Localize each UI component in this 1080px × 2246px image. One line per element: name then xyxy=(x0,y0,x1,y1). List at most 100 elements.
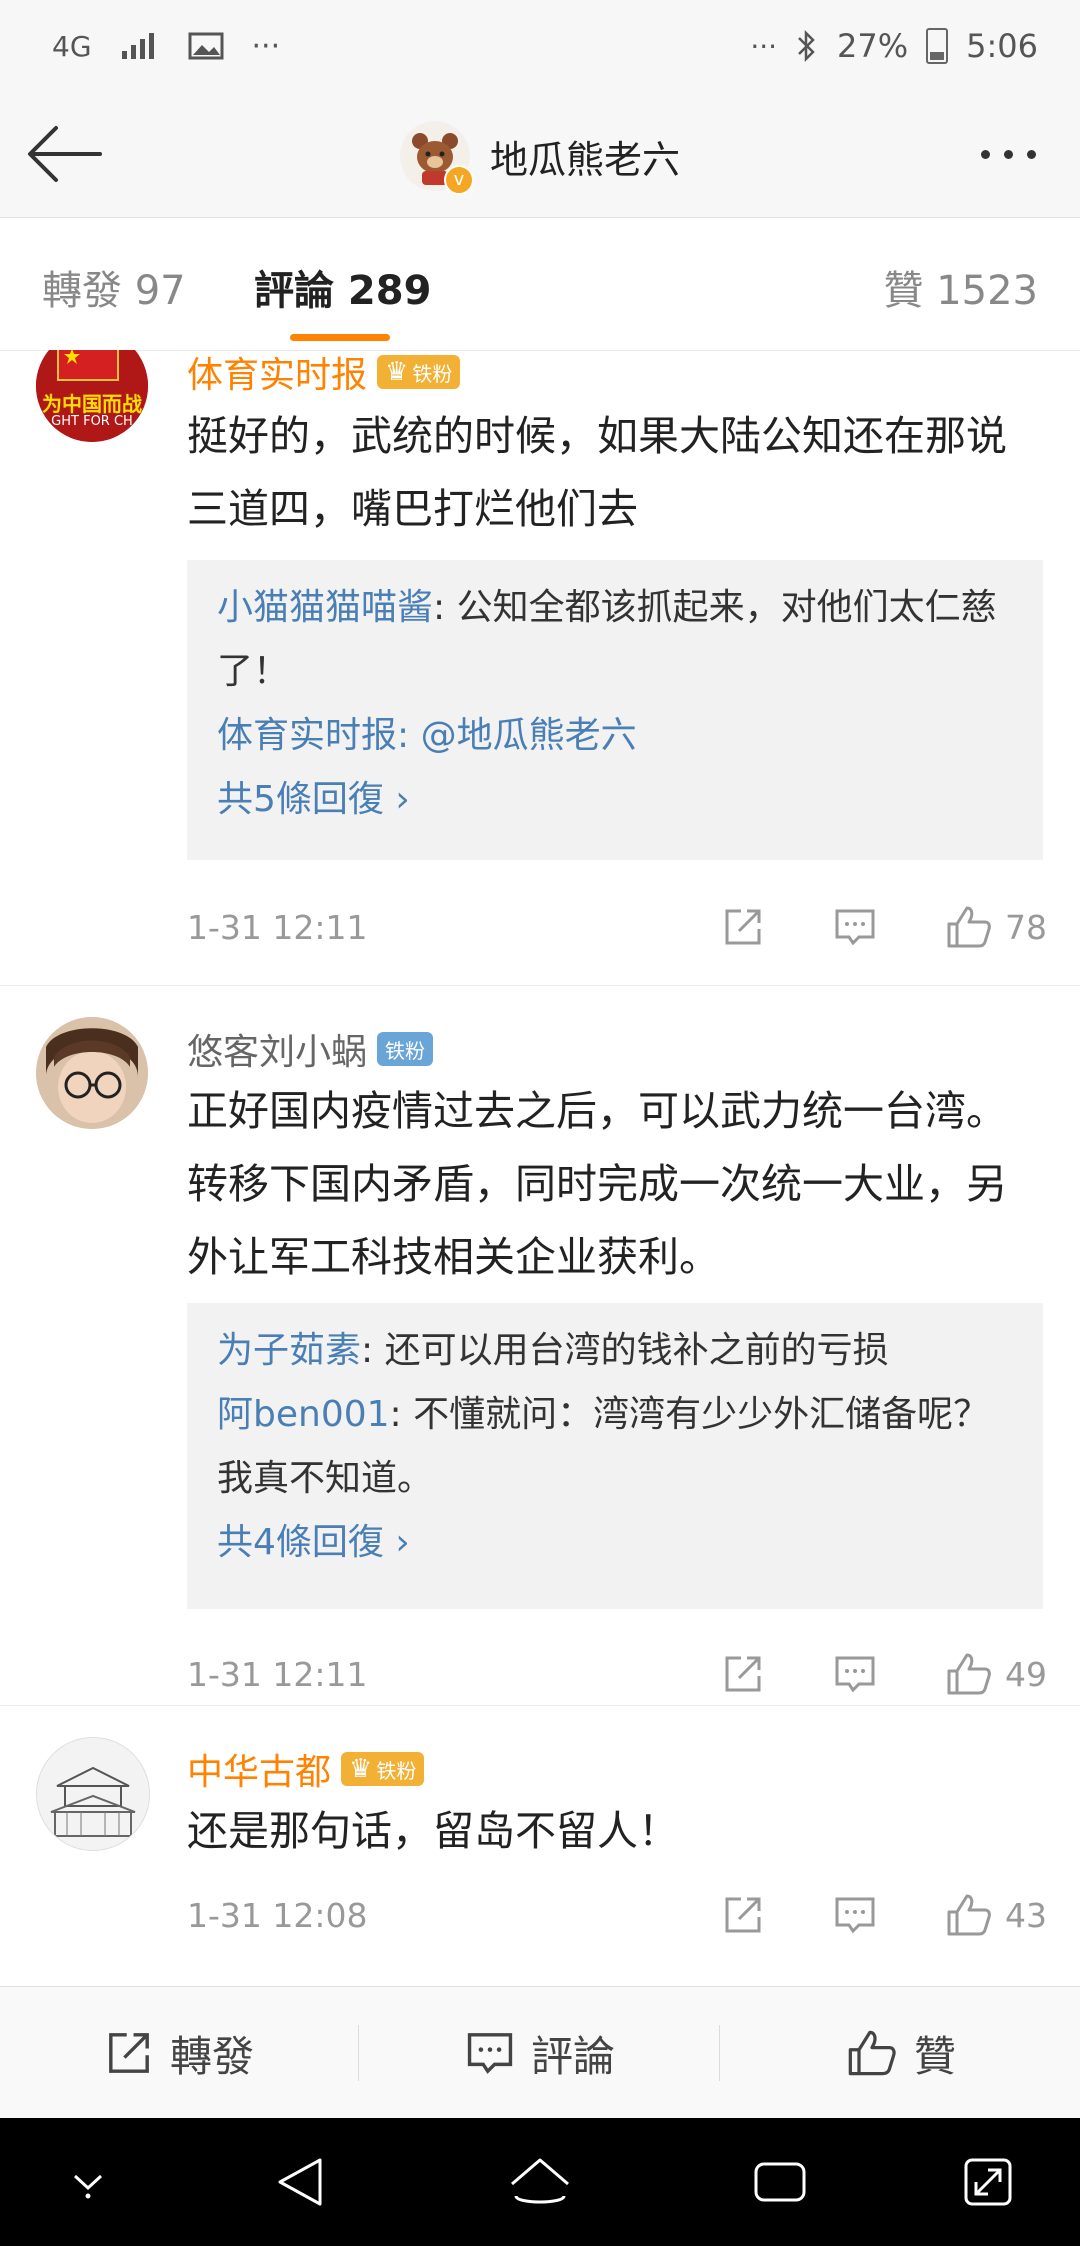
reply-item[interactable]: 体育实时报: @地瓜熊老六 xyxy=(217,704,1013,768)
repost-label: 轉發 xyxy=(169,2031,254,2081)
home-icon xyxy=(511,2158,569,2204)
avatar-subcaption: GHT FOR CH xyxy=(51,414,133,429)
comment-time: 1-31 12:11 xyxy=(187,1654,368,1694)
comment-icon xyxy=(835,1897,875,1934)
share-icon xyxy=(725,1656,761,1692)
title-bar: v 地瓜熊老六 xyxy=(0,92,1080,218)
comment-icon xyxy=(835,1656,875,1693)
fan-badge-label: 铁粉 xyxy=(412,361,453,386)
comment-label: 評論 xyxy=(530,2031,615,2081)
page-title[interactable]: 地瓜熊老六 xyxy=(490,129,680,184)
reply-comment-button[interactable] xyxy=(833,1652,877,1696)
triangle-back-icon xyxy=(278,2158,322,2206)
comment-item: 为中国而战 GHT FOR CH 体育实时报 ♛ 铁粉 挺好的，武统的时候，如果… xyxy=(0,350,1080,986)
battery-icon xyxy=(926,28,949,64)
user-avatar[interactable] xyxy=(36,1017,148,1129)
comment-footer: 1-31 12:11 xyxy=(187,897,1047,957)
clock: 5:06 xyxy=(966,27,1038,65)
view-all-replies-link[interactable]: 共4條回復 › xyxy=(217,1511,1013,1575)
comment-username[interactable]: 悠客刘小蜗 xyxy=(187,1023,367,1075)
system-nav-bar xyxy=(0,2118,1080,2246)
like-comment-button[interactable]: 49 xyxy=(945,1651,1047,1697)
avatar-caption: 为中国而战 xyxy=(42,392,142,416)
comment-footer: 1-31 12:11 xyxy=(187,1644,1047,1704)
reply-username[interactable]: 小猫猫猫喵酱 xyxy=(217,587,433,628)
reply-item[interactable]: 阿ben001: 不懂就问：湾湾有少少外汇储备呢？我真不知道。 xyxy=(217,1383,1013,1511)
nav-home-button[interactable] xyxy=(500,2142,580,2222)
back-button[interactable] xyxy=(26,122,106,186)
repost-button[interactable]: 轉發 xyxy=(0,1987,358,2119)
thumbs-up-icon xyxy=(848,2030,896,2076)
fan-badge: ♛ 铁粉 xyxy=(377,355,461,389)
bottom-toolbar: 轉發 評論 贊 xyxy=(0,1986,1080,2119)
like-comment-button[interactable]: 78 xyxy=(945,904,1047,950)
reply-text: : 还可以用台湾的钱补之前的亏损 xyxy=(361,1330,889,1371)
thumbs-up-icon xyxy=(947,906,991,948)
fan-badge-label: 铁粉 xyxy=(385,1038,426,1063)
comment-username[interactable]: 体育实时报 xyxy=(187,350,367,398)
nav-recents-button[interactable] xyxy=(740,2142,820,2222)
like-count: 78 xyxy=(1005,907,1047,947)
comment-icon xyxy=(835,909,875,946)
comment-text: 挺好的，武统的时候，如果大陆公知还在那说三道四，嘴巴打烂他们去 xyxy=(187,412,1007,533)
hide-keyboard-button[interactable] xyxy=(48,2142,128,2222)
nav-back-button[interactable] xyxy=(260,2142,340,2222)
back-arrow-icon xyxy=(28,126,102,182)
fan-badge-label: 铁粉 xyxy=(376,1758,417,1783)
crown-icon: ♛ xyxy=(385,357,409,387)
like-comment-button[interactable]: 43 xyxy=(945,1892,1047,1938)
gallery-notification-icon xyxy=(188,32,224,60)
reply-text: : @地瓜熊老六 xyxy=(397,715,637,756)
network-type: 4G xyxy=(52,29,92,63)
reply-preview[interactable]: 小猫猫猫喵酱: 公知全都该抓起来，对他们太仁慈了！ 体育实时报: @地瓜熊老六 … xyxy=(187,560,1043,860)
repost-comment-button[interactable] xyxy=(721,1652,765,1696)
more-options-button[interactable] xyxy=(968,134,1048,174)
user-avatar[interactable] xyxy=(36,1737,150,1851)
tab-likes[interactable]: 贊 1523 xyxy=(883,258,1038,316)
reply-username[interactable]: 为子茹素 xyxy=(217,1330,361,1371)
comment-username[interactable]: 中华古都 xyxy=(187,1743,331,1795)
comment-time: 1-31 12:11 xyxy=(187,907,368,947)
recents-icon xyxy=(754,2162,806,2202)
fan-badge: 铁粉 xyxy=(377,1032,434,1066)
chevron-down-icon xyxy=(73,2174,103,2199)
repost-comment-button[interactable] xyxy=(721,905,765,949)
reply-item[interactable]: 小猫猫猫喵酱: 公知全都该抓起来，对他们太仁慈了！ xyxy=(217,576,1013,704)
more-status-icons: ··· xyxy=(750,29,778,63)
reply-comment-button[interactable] xyxy=(833,905,877,949)
reply-username[interactable]: 阿ben001 xyxy=(217,1394,390,1435)
palace-sketch-icon xyxy=(37,1738,149,1850)
fan-badge: ♛ 铁粉 xyxy=(341,1752,425,1786)
comment-item: 中华古都 ♛ 铁粉 还是那句话，留岛不留人！ 1-31 12:08 43 xyxy=(0,1705,1080,1986)
like-button[interactable]: 贊 xyxy=(722,1987,1080,2119)
reply-preview[interactable]: 为子茹素: 还可以用台湾的钱补之前的亏损 阿ben001: 不懂就问：湾湾有少少… xyxy=(187,1303,1043,1609)
comment-list[interactable]: 为中国而战 GHT FOR CH 体育实时报 ♛ 铁粉 挺好的，武统的时候，如果… xyxy=(0,350,1080,1986)
dot-icon xyxy=(1026,149,1036,159)
share-icon xyxy=(109,2033,149,2073)
author-avatar[interactable]: v xyxy=(400,121,474,195)
tab-comments[interactable]: 評論 289 xyxy=(254,258,431,316)
comment-icon xyxy=(467,2033,513,2074)
repost-comment-button[interactable] xyxy=(721,1893,765,1937)
user-avatar[interactable]: 为中国而战 GHT FOR CH xyxy=(36,350,148,442)
reply-username[interactable]: 体育实时报 xyxy=(217,715,397,756)
comment-item: 悠客刘小蜗 铁粉 正好国内疫情过去之后，可以武力统一台湾。转移下国内矛盾，同时完… xyxy=(0,985,1080,1706)
thumbs-up-icon xyxy=(947,1653,991,1695)
toolbar-divider xyxy=(358,2025,359,2081)
like-label: 贊 xyxy=(913,2031,956,2081)
reply-item[interactable]: 为子茹素: 还可以用台湾的钱补之前的亏损 xyxy=(217,1319,1013,1383)
reply-comment-button[interactable] xyxy=(833,1893,877,1937)
comment-time: 1-31 12:08 xyxy=(187,1895,368,1935)
like-count: 49 xyxy=(1005,1654,1047,1694)
battery-percent: 27% xyxy=(837,27,909,65)
verified-badge: v xyxy=(444,165,474,195)
crown-icon: ♛ xyxy=(349,1754,373,1784)
signal-icon xyxy=(121,33,154,59)
nav-expand-button[interactable] xyxy=(948,2142,1028,2222)
view-all-replies-link[interactable]: 共5條回復 › xyxy=(217,768,1013,832)
share-icon xyxy=(725,909,761,945)
tab-reposts[interactable]: 轉發 97 xyxy=(42,258,186,316)
tab-bar: 轉發 97 評論 289 贊 1523 xyxy=(0,218,1080,351)
comment-button[interactable]: 評論 xyxy=(361,1987,719,2119)
share-icon xyxy=(725,1897,761,1933)
